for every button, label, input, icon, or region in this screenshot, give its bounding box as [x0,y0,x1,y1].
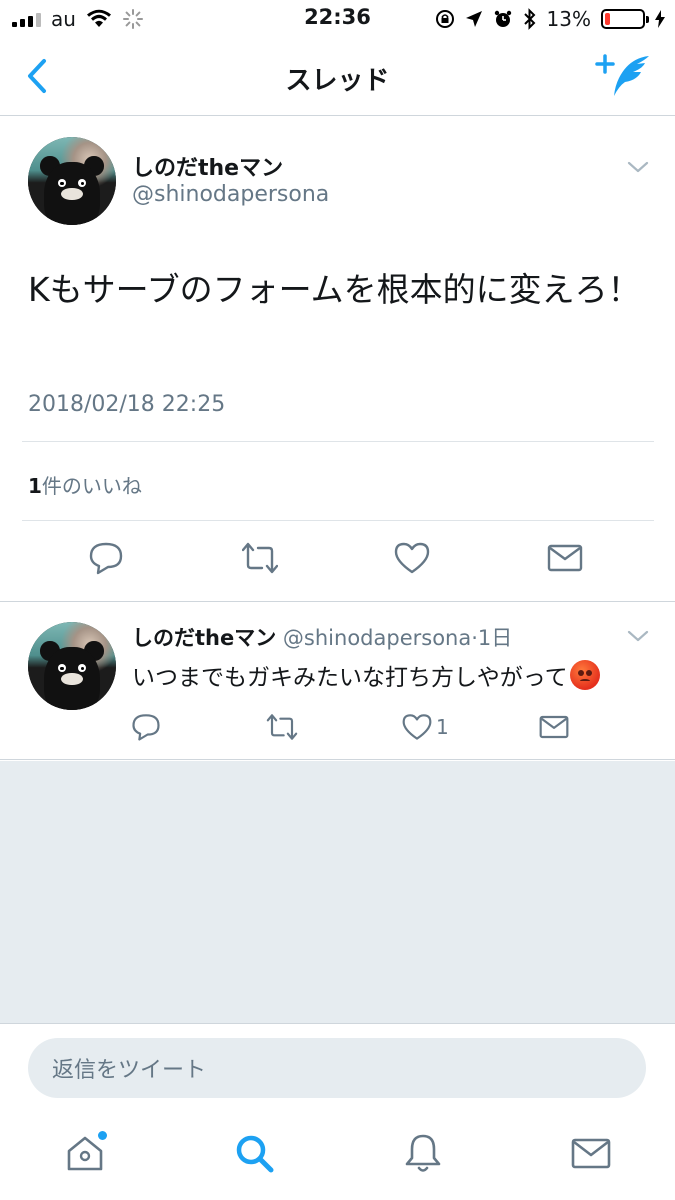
notification-dot [98,1131,107,1140]
reply-icon[interactable] [88,540,124,576]
tweet-timestamp: 2018/02/18 22:25 [28,392,226,417]
location-icon [465,11,482,27]
reply-composer-bar: 返信をツイート [0,1023,675,1115]
charging-icon [655,10,665,28]
like-heart-icon[interactable] [394,540,430,576]
search-icon [236,1135,274,1173]
bluetooth-icon [523,8,535,30]
like-heart-icon [402,714,432,740]
bell-icon [405,1134,441,1172]
alarm-icon [494,10,511,27]
tweet-text: いつまでもガキみたいな打ち方しやがって [132,658,600,692]
tweet-text: Kもサーブのフォームを根本的に変えろ！ [28,270,641,309]
user-handle[interactable]: @shinodapersona [283,626,471,650]
angry-face-emoji-icon [569,660,600,690]
avatar[interactable] [28,137,116,225]
like-summary[interactable]: 1件のいいね [28,470,142,499]
nav-bar: スレッド [0,38,675,116]
chevron-down-icon[interactable] [627,160,649,174]
separator: · [471,626,478,650]
reply-tweet[interactable]: しのだtheマン @shinodapersona·1日 いつまでもガキみたいな打… [0,602,675,760]
divider [22,441,654,442]
direct-message-icon[interactable] [539,712,569,742]
battery-icon [601,9,649,29]
tab-home[interactable] [63,1131,107,1175]
status-bar: au 22:36 13% [0,0,675,38]
like-count: 1 [28,474,42,498]
like-label: 件のいいね [41,474,142,498]
tweet-text-body: いつまでもガキみたいな打ち方しやがって [132,665,568,691]
display-name[interactable]: しのだtheマン [132,626,276,650]
tab-notifications[interactable] [401,1131,445,1175]
reply-header: しのだtheマン @shinodapersona·1日 [132,622,512,652]
reply-input[interactable]: 返信をツイート [28,1038,646,1098]
like-button[interactable]: 1 [402,712,449,742]
main-tweet: しのだtheマン @shinodapersona Kもサーブのフォームを根本的に… [0,116,675,602]
rotation-lock-icon [435,10,454,28]
direct-message-icon[interactable] [547,540,583,576]
avatar[interactable] [28,622,116,710]
chevron-down-icon[interactable] [627,629,649,643]
retweet-icon[interactable] [242,540,278,576]
reply-icon[interactable] [131,712,161,742]
tab-search[interactable] [232,1131,276,1175]
mail-icon [571,1138,611,1169]
display-name[interactable]: しのだtheマン [132,150,283,182]
user-handle[interactable]: @shinodapersona [132,182,329,207]
battery-percent: 13% [546,7,591,31]
empty-timeline-area [0,761,675,1023]
retweet-icon[interactable] [266,712,298,742]
page-title: スレッド [285,66,390,96]
reply-time: 1日 [477,626,513,650]
compose-tweet-icon[interactable] [595,52,653,100]
tab-messages[interactable] [569,1131,613,1175]
like-count: 1 [436,715,449,739]
tab-bar [0,1115,675,1200]
divider [22,520,654,521]
